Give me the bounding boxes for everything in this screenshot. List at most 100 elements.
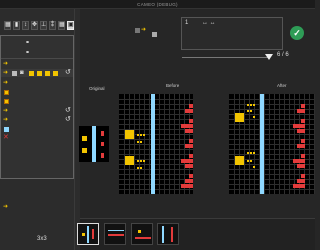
rule-row-6[interactable] (1, 88, 73, 96)
grid-line (229, 149, 315, 150)
settings-tool-button[interactable]: ▣ (67, 21, 74, 30)
rule-preview[interactable]: ➜ (135, 26, 161, 40)
grid-line (119, 174, 193, 175)
arrow-icon: ➜ (3, 204, 9, 210)
success-check-icon: ✓ (290, 26, 304, 40)
tile-icon (135, 28, 140, 33)
yellow-cell (82, 136, 87, 141)
original-grid[interactable] (79, 126, 109, 162)
example-thumb-1[interactable] (77, 223, 99, 245)
rule-row-8[interactable]: ➜ ↺ (1, 107, 73, 115)
arrow-icon: ➜ (3, 61, 9, 67)
red-cell (301, 139, 305, 143)
red-cell (101, 142, 104, 146)
after-grid[interactable] (229, 94, 315, 194)
rule-row-10[interactable] (1, 125, 73, 133)
yellow-cell (140, 134, 142, 136)
arrow-icon: ➜ (141, 27, 147, 33)
rule-row-9[interactable]: ➜ ↺ (1, 116, 73, 124)
undo-icon[interactable]: ↺ (65, 107, 71, 115)
red-cell (301, 154, 305, 158)
red-cell (189, 174, 193, 178)
rule-row-7[interactable] (1, 97, 73, 105)
red-cell (293, 159, 305, 163)
before-grid[interactable] (119, 94, 193, 194)
red-cell (101, 131, 104, 136)
grid-line (119, 109, 193, 110)
progress-slider-thumb[interactable] (265, 54, 273, 60)
example-thumb-3[interactable] (131, 223, 153, 245)
red-cell (101, 153, 104, 158)
red-cell (189, 104, 193, 108)
yellow-cell (138, 230, 141, 233)
rule-row-4[interactable]: ➜ ◙ ↺ (1, 69, 73, 77)
yellow-tile-icon (53, 70, 58, 76)
rule-editor-box[interactable]: 1 ↔ ↔ (181, 17, 283, 50)
flip-icon: ✥ (32, 22, 38, 28)
red-cell (189, 154, 193, 158)
yellow-cell (143, 160, 145, 162)
rule-row-2[interactable]: ⚭ (1, 49, 73, 57)
flip-tool-button[interactable]: ✥ (31, 21, 38, 30)
after-label: After (277, 83, 287, 88)
yellow-cell (235, 113, 244, 122)
red-cell (301, 174, 305, 178)
yellow-cell (250, 152, 252, 154)
random-tool-button[interactable]: ⁑ (49, 21, 56, 30)
rule-row-5[interactable]: ➜ (1, 79, 73, 87)
rotate-tool-button[interactable]: ↕ (22, 21, 29, 30)
grid-line (119, 139, 193, 140)
progress-slider-track[interactable] (182, 57, 268, 58)
undo-icon[interactable]: ↺ (65, 69, 71, 77)
undo-icon[interactable]: ↺ (65, 116, 71, 124)
fill-icon: ▦ (5, 22, 11, 28)
grid-line (119, 119, 193, 120)
grid-line (229, 189, 315, 190)
link-icon: ⚭ (25, 40, 31, 46)
yellow-tile-icon (29, 70, 34, 76)
red-cell (181, 184, 193, 188)
slot-number: 1 (185, 20, 189, 26)
rule-row-3[interactable]: ➜ (1, 60, 73, 68)
example-thumb-2[interactable] (104, 223, 126, 245)
yellow-cell (82, 233, 85, 236)
red-cell (181, 124, 193, 128)
arrow-icon: ➜ (3, 80, 9, 86)
swap-icon[interactable]: ↔ ↔ (202, 20, 216, 26)
yellow-cell (250, 110, 252, 112)
cyan-cell (92, 126, 96, 162)
fill-tool-button[interactable]: ▦ (4, 21, 11, 30)
yellow-cell (250, 160, 252, 162)
yellow-cell (140, 167, 142, 169)
red-cell (185, 179, 193, 183)
arrow-icon: ➜ (3, 117, 9, 123)
red-cell (293, 184, 305, 188)
red-cell (297, 109, 305, 113)
rule-row-11[interactable]: ✕ (1, 134, 73, 142)
yellow-cell (137, 167, 139, 169)
yellow-cell (253, 152, 255, 154)
rule-row-1[interactable]: ⚭ (1, 39, 73, 47)
red-cell (185, 129, 193, 133)
red-cell (297, 144, 305, 148)
grid-line (119, 144, 193, 145)
red-cell (135, 237, 151, 239)
bottom-left-arrow[interactable]: ➜ (0, 200, 16, 214)
grid-tool-button[interactable]: ▦ (58, 21, 65, 30)
red-cell (92, 229, 94, 239)
grid-line (229, 169, 315, 170)
progress-count: 6 / 6 (277, 52, 289, 58)
red-cell (297, 179, 305, 183)
grid-line (119, 104, 193, 105)
grid-icon: ▦ (59, 22, 65, 28)
translate-tool-button[interactable]: ⊥ (40, 21, 47, 30)
red-cell (185, 109, 193, 113)
cyan-tile-icon (4, 126, 9, 132)
red-cell (189, 139, 193, 143)
example-thumb-4[interactable] (157, 223, 179, 245)
red-cell (301, 104, 305, 108)
grid-line (229, 134, 315, 135)
close-icon[interactable]: ✕ (3, 134, 9, 142)
red-cell (185, 164, 193, 168)
select-tool-button[interactable]: ▮ (13, 21, 20, 30)
